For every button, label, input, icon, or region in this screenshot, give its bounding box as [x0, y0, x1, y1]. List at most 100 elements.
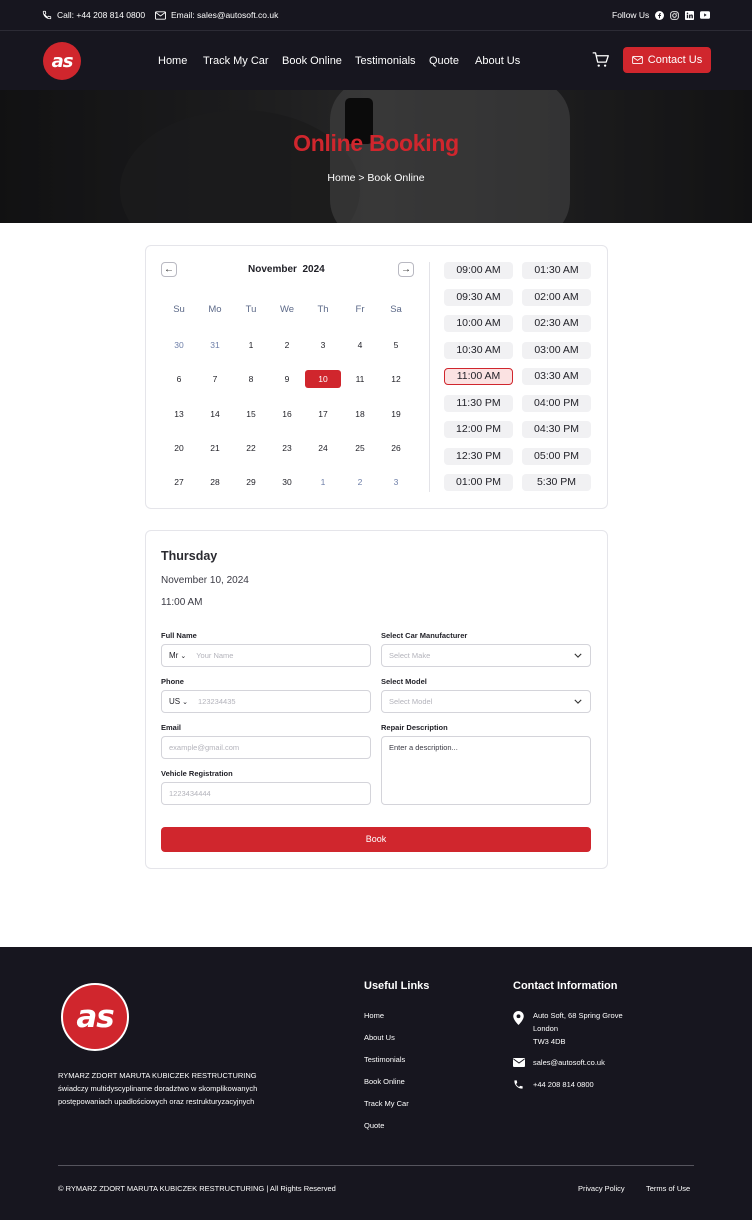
time-slot[interactable]: 04:00 PM [522, 394, 591, 412]
phone-field[interactable]: US ⌄ 123234435 [161, 690, 371, 713]
footer-link-about-us[interactable]: About Us [364, 1033, 395, 1042]
calendar-day[interactable]: 6 [161, 370, 197, 388]
time-slot[interactable]: 5:30 PM [522, 474, 591, 491]
nav-quote[interactable]: Quote [429, 55, 459, 67]
calendar-day[interactable]: 30 [269, 473, 305, 491]
calendar-day[interactable]: 30 [161, 336, 197, 354]
contact-information-title: Contact Information [513, 980, 618, 992]
time-slot[interactable]: 02:30 AM [522, 315, 591, 332]
calendar-day[interactable]: 20 [161, 439, 197, 457]
calendar-day[interactable]: 3 [305, 336, 341, 354]
calendar-day[interactable]: 2 [342, 473, 378, 491]
calendar-day[interactable]: 12 [378, 370, 414, 388]
calendar-day[interactable]: 1 [233, 336, 269, 354]
instagram-icon[interactable] [670, 10, 680, 20]
time-slot[interactable]: 11:00 AM [444, 368, 513, 385]
footer-logo[interactable]: as [61, 983, 129, 1051]
cart-icon[interactable] [592, 52, 609, 68]
terms-of-use-link[interactable]: Terms of Use [646, 1184, 690, 1193]
manufacturer-select[interactable]: Select Make [381, 644, 591, 667]
calendar-day[interactable]: 27 [161, 473, 197, 491]
time-slot[interactable]: 09:00 AM [444, 262, 513, 279]
email-field[interactable]: example@gmail.com [161, 736, 371, 759]
calendar-day[interactable]: 11 [342, 370, 378, 388]
calendar-day[interactable]: 22 [233, 439, 269, 457]
top-phone[interactable]: Call: +44 208 814 0800 [42, 0, 145, 30]
time-slot[interactable]: 02:00 AM [522, 288, 591, 306]
calendar-day[interactable]: 18 [342, 405, 378, 423]
summary-time: 11:00 AM [161, 597, 203, 608]
calendar-day[interactable]: 15 [233, 405, 269, 423]
nav-book-online[interactable]: Book Online [282, 55, 342, 67]
time-slot[interactable]: 01:00 PM [444, 474, 513, 491]
footer-link-testimonials[interactable]: Testimonials [364, 1055, 405, 1064]
footer-link-track-my-car[interactable]: Track My Car [364, 1099, 409, 1108]
footer-phone[interactable]: +44 208 814 0800 [533, 1080, 594, 1089]
weekday-we: We [279, 304, 295, 315]
nav-about-us[interactable]: About Us [475, 55, 520, 67]
youtube-icon[interactable] [700, 11, 711, 19]
repair-description-textarea[interactable]: Enter a description... [381, 736, 591, 805]
calendar-day[interactable]: 26 [378, 439, 414, 457]
calendar-day[interactable]: 13 [161, 405, 197, 423]
top-email[interactable]: Email: sales@autosoft.co.uk [155, 0, 278, 30]
calendar-day[interactable]: 10 [305, 370, 341, 388]
calendar-day[interactable]: 28 [197, 473, 233, 491]
time-slot[interactable]: 04:30 PM [522, 421, 591, 438]
prev-month-button[interactable]: ← [161, 262, 177, 277]
breadcrumb[interactable]: Home > Book Online [0, 172, 752, 184]
calendar-day[interactable]: 31 [197, 336, 233, 354]
facebook-icon[interactable] [655, 10, 665, 20]
calendar-day[interactable]: 24 [305, 439, 341, 457]
country-select[interactable]: US ⌄ [169, 697, 188, 706]
name-placeholder: Your Name [196, 651, 234, 660]
time-slot[interactable]: 10:30 AM [444, 341, 513, 359]
vehicle-registration-field[interactable]: 1223434444 [161, 782, 371, 805]
time-slot[interactable]: 03:00 AM [522, 341, 591, 359]
footer-link-book-online[interactable]: Book Online [364, 1077, 405, 1086]
main-nav: as Home Track My Car Book Online Testimo… [0, 30, 752, 90]
nav-testimonials[interactable]: Testimonials [355, 55, 416, 67]
privacy-policy-link[interactable]: Privacy Policy [578, 1184, 625, 1193]
contact-us-button[interactable]: Contact Us [623, 47, 711, 73]
calendar-day[interactable]: 7 [197, 370, 233, 388]
calendar-day[interactable]: 29 [233, 473, 269, 491]
footer-email[interactable]: sales@autosoft.co.uk [533, 1058, 605, 1067]
linkedin-icon[interactable] [685, 10, 695, 20]
calendar-day[interactable]: 16 [269, 405, 305, 423]
calendar-day[interactable]: 14 [197, 405, 233, 423]
calendar-day[interactable]: 17 [305, 405, 341, 423]
calendar-day[interactable]: 25 [342, 439, 378, 457]
time-slot[interactable]: 12:30 PM [444, 447, 513, 465]
full-name-field[interactable]: Mr ⌄ Your Name [161, 644, 371, 667]
time-slot[interactable]: 09:30 AM [444, 288, 513, 306]
time-slot[interactable]: 03:30 AM [522, 368, 591, 385]
phone-icon [514, 1080, 523, 1089]
footer-link-quote[interactable]: Quote [364, 1121, 384, 1130]
time-slot[interactable]: 11:30 PM [444, 394, 513, 412]
book-button[interactable]: Book [161, 827, 591, 852]
calendar-day[interactable]: 1 [305, 473, 341, 491]
title-select[interactable]: Mr ⌄ [169, 651, 186, 660]
footer-link-home[interactable]: Home [364, 1011, 384, 1020]
calendar-day[interactable]: 21 [197, 439, 233, 457]
email-label: Email [161, 723, 182, 732]
calendar-day[interactable]: 23 [269, 439, 305, 457]
calendar-day[interactable]: 19 [378, 405, 414, 423]
calendar-day[interactable]: 2 [269, 336, 305, 354]
nav-track-my-car[interactable]: Track My Car [203, 55, 269, 67]
nav-home[interactable]: Home [158, 55, 187, 67]
calendar-day[interactable]: 5 [378, 336, 414, 354]
time-slot[interactable]: 01:30 AM [522, 262, 591, 279]
model-select[interactable]: Select Model [381, 690, 591, 713]
calendar-day[interactable]: 3 [378, 473, 414, 491]
time-slot[interactable]: 05:00 PM [522, 447, 591, 465]
next-month-button[interactable]: → [398, 262, 414, 277]
calendar-day[interactable]: 8 [233, 370, 269, 388]
calendar-day[interactable]: 4 [342, 336, 378, 354]
calendar-day[interactable]: 9 [269, 370, 305, 388]
chevron-down-icon [574, 699, 582, 704]
time-slot[interactable]: 12:00 PM [444, 421, 513, 438]
weekday-su: Su [173, 304, 185, 315]
time-slot[interactable]: 10:00 AM [444, 315, 513, 332]
